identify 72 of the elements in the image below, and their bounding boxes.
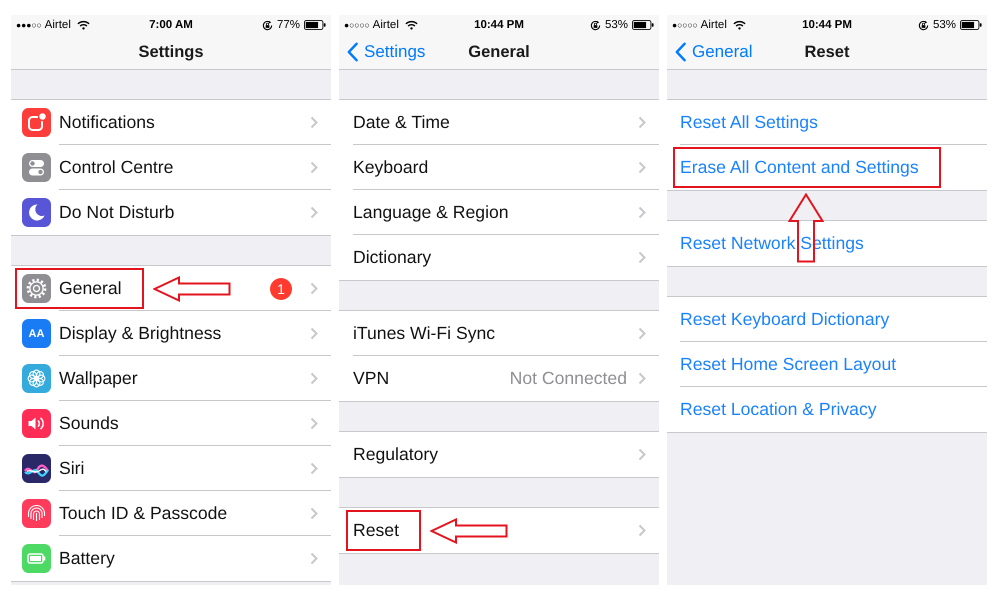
chevron-icon (310, 206, 318, 219)
status-time: 7:00 AM (149, 19, 193, 31)
chevron-icon (310, 417, 318, 430)
settings-row[interactable]: AA Display & Brightness (11, 311, 331, 356)
chevron-icon (310, 552, 318, 565)
screen-title: Reset (804, 42, 850, 62)
action-row[interactable]: Reset Home Screen Layout (667, 342, 987, 387)
rotation-lock-icon (918, 20, 929, 30)
back-chevron-icon (675, 42, 686, 62)
carrier-name: Airtel (44, 19, 71, 31)
settings-row[interactable]: Wallpaper (11, 356, 331, 401)
back-chevron-icon (347, 42, 358, 62)
battery-percent: 53% (932, 19, 956, 31)
chevron-icon (310, 282, 318, 295)
count-badge: 1 (270, 278, 292, 300)
chevron-icon (638, 372, 646, 385)
battery-icon (304, 20, 326, 30)
text-size-icon: AA (22, 319, 51, 348)
rotation-lock-icon (262, 20, 273, 30)
settings-row[interactable]: Siri (11, 446, 331, 491)
battery-icon (632, 20, 654, 30)
settings-row[interactable]: Reset (339, 508, 659, 553)
wifi-icon (732, 20, 746, 30)
status-time: 10:44 PM (802, 19, 852, 31)
chevron-icon (638, 251, 646, 264)
signal-dots: ●●●○○ (16, 20, 42, 30)
settings-row[interactable]: Language & Region (339, 190, 659, 235)
chevron-icon (310, 161, 318, 174)
signal-dots: ●○○○○ (672, 20, 698, 30)
battery-icon (960, 20, 982, 30)
settings-row[interactable]: Keyboard (339, 145, 659, 190)
settings-row[interactable]: Date & Time (339, 100, 659, 145)
chevron-icon (310, 327, 318, 340)
chevron-icon (310, 116, 318, 129)
back-button[interactable]: Settings (347, 42, 426, 62)
chevron-icon (310, 507, 318, 520)
wifi-icon (76, 20, 90, 30)
settings-row[interactable]: Sounds (11, 401, 331, 446)
status-time: 10:44 PM (474, 19, 524, 31)
battery-percent: 77% (276, 19, 300, 31)
chevron-icon (638, 116, 646, 129)
settings-row[interactable]: VPN Not Connected (339, 356, 659, 401)
settings-row[interactable]: Regulatory (339, 432, 659, 477)
carrier-name: Airtel (372, 19, 399, 31)
settings-row[interactable]: Do Not Disturb (11, 190, 331, 235)
rotation-lock-icon (590, 20, 601, 30)
settings-row[interactable]: Touch ID & Passcode (11, 491, 331, 536)
wifi-icon (404, 20, 418, 30)
signal-dots: ●○○○○ (344, 20, 370, 30)
back-button[interactable]: General (675, 42, 752, 62)
row-value: Not Connected (510, 368, 627, 389)
settings-row[interactable]: General 1 (11, 266, 331, 311)
action-row[interactable]: Reset All Settings (667, 100, 987, 145)
screen-title: General (468, 42, 530, 62)
action-row[interactable]: Reset Keyboard Dictionary (667, 297, 987, 342)
chevron-icon (638, 327, 646, 340)
chevron-icon (638, 206, 646, 219)
settings-row[interactable]: Dictionary (339, 235, 659, 280)
battery-percent: 53% (604, 19, 628, 31)
action-row[interactable]: Erase All Content and Settings (667, 145, 987, 190)
settings-row[interactable]: Battery (11, 536, 331, 581)
chevron-icon (310, 462, 318, 475)
chevron-icon (310, 372, 318, 385)
chevron-icon (638, 448, 646, 461)
chevron-icon (638, 161, 646, 174)
settings-row[interactable]: Notifications (11, 100, 331, 145)
settings-row[interactable]: iTunes Wi-Fi Sync (339, 311, 659, 356)
action-row[interactable]: Reset Location & Privacy (667, 387, 987, 432)
screen-title: Settings (138, 42, 204, 62)
chevron-icon (638, 524, 646, 537)
settings-row[interactable]: Control Centre (11, 145, 331, 190)
carrier-name: Airtel (700, 19, 727, 31)
